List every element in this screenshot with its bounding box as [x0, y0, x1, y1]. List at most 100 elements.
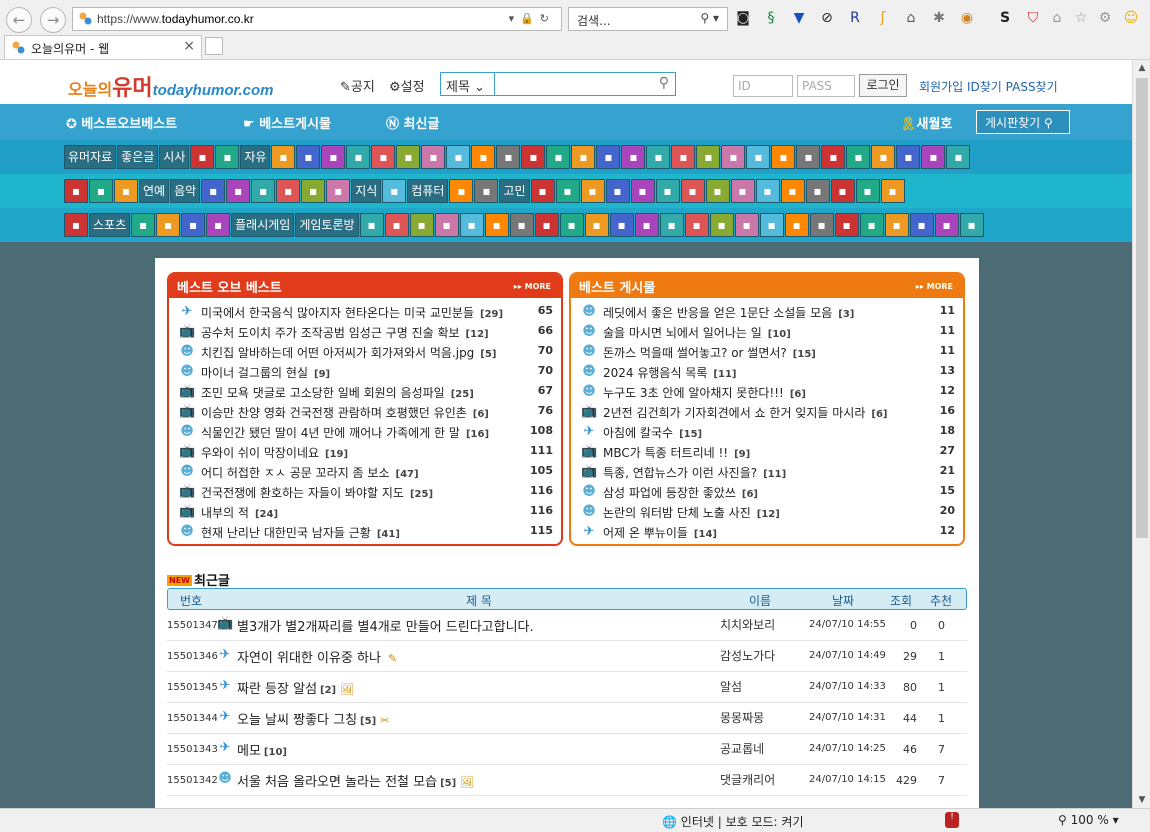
item-title[interactable]: 내부의 적 [24]	[201, 504, 278, 521]
list-item[interactable]: ☻ 마이너 걸그룹의 현실 [9] 70	[177, 362, 555, 382]
category-icon[interactable]: ▪	[809, 213, 834, 237]
category-icon[interactable]: ▪	[326, 179, 351, 203]
list-item[interactable]: ☻ 현재 난리난 대한민국 남자들 근황 [41] 115	[177, 522, 555, 542]
category-icon[interactable]: ▪	[621, 145, 646, 169]
category-button[interactable]: 게임토론방	[295, 213, 359, 237]
post-title-text[interactable]: 서울 처음 올라오면 놀라는 전철 모습	[237, 775, 437, 790]
post-title-text[interactable]: 메모	[237, 744, 261, 759]
item-title[interactable]: 삼성 파업에 등장한 좋았쓰 [6]	[603, 484, 758, 501]
category-icon[interactable]: ▪	[509, 213, 534, 237]
category-icon[interactable]: ▪	[459, 213, 484, 237]
category-icon[interactable]: ▪	[630, 179, 655, 203]
item-title-text[interactable]: 치킨집 알바하는데 어떤 아저씨가 회가져와서 먹음.jpg	[201, 346, 474, 360]
category-icon[interactable]: ▪	[530, 179, 555, 203]
nav-new-issue[interactable]: 🎗새월호	[900, 113, 952, 132]
item-title-text[interactable]: 어디 허접한 ㅈㅅ 공문 꼬라지 좀 보소	[201, 466, 390, 480]
list-item[interactable]: 📺 공수처 도이치 주가 조작공범 임성근 구명 진술 확보 [12] 66	[177, 322, 555, 342]
category-icon[interactable]: ▪	[684, 213, 709, 237]
category-icon[interactable]: ▪	[484, 213, 509, 237]
category-icon[interactable]: ▪	[521, 145, 546, 169]
list-item[interactable]: ☻ 삼성 파업에 등장한 좋았쓰 [6] 15	[579, 482, 957, 502]
item-title[interactable]: 아침에 칼국수 [15]	[603, 424, 702, 441]
extension-s-icon[interactable]: §	[762, 9, 780, 27]
category-icon[interactable]: ▪	[896, 145, 921, 169]
category-icon[interactable]: ▪	[201, 179, 226, 203]
author-name[interactable]: 감성노가다	[720, 647, 775, 664]
list-item[interactable]: 📺 조민 모욕 댓글로 고소당한 일베 회원의 음성파일 [25] 67	[177, 382, 555, 402]
item-title-text[interactable]: 미국에서 한국음식 많아지자 현타온다는 미국 교민분들	[201, 306, 474, 320]
login-button[interactable]: 로그인	[859, 74, 907, 97]
category-icon[interactable]: ▪	[382, 179, 407, 203]
item-title[interactable]: 2024 유행음식 목록 [11]	[603, 364, 736, 381]
extension-gear-icon[interactable]: ✱	[930, 9, 948, 27]
item-title[interactable]: 식물인간 됐던 딸이 4년 만에 깨어나 가족에게 한 말 [16]	[201, 424, 489, 441]
category-icon[interactable]: ▪	[446, 145, 471, 169]
item-title[interactable]: 공수처 도이치 주가 조작공범 임성근 구명 진술 확보 [12]	[201, 324, 489, 341]
author-name[interactable]: 몽몽짜몽	[720, 709, 764, 726]
category-icon[interactable]: ▪	[584, 213, 609, 237]
category-icon[interactable]: ▪	[909, 213, 934, 237]
notice-link[interactable]: ✎공지	[340, 76, 375, 95]
item-title-text[interactable]: 조민 모욕 댓글로 고소당한 일베 회원의 음성파일	[201, 386, 445, 400]
download-arrow-icon[interactable]: ▼	[790, 9, 808, 27]
category-icon[interactable]: ▪	[396, 145, 421, 169]
extension-icon[interactable]: ◙	[734, 9, 752, 27]
category-icon[interactable]: ▪	[251, 179, 276, 203]
id-field[interactable]: ID	[733, 75, 793, 97]
star-icon[interactable]: ☆	[1072, 9, 1090, 27]
item-title[interactable]: 어제 온 뿌뉴이들 [14]	[603, 524, 717, 541]
list-item[interactable]: ☻ 누구도 3초 안에 알아채지 못한다!!! [6] 12	[579, 382, 957, 402]
list-item[interactable]: ☻ 레딧에서 좋은 반응을 얻은 1문단 소설들 모음 [3] 11	[579, 302, 957, 322]
search-icon[interactable]: ⚲ ▾	[700, 11, 719, 25]
category-button[interactable]: 스포츠	[89, 213, 131, 237]
category-button[interactable]: 지식	[351, 179, 382, 203]
author-name[interactable]: 공교롭네	[720, 740, 764, 757]
category-icon[interactable]: ▪	[580, 179, 605, 203]
item-title-text[interactable]: 누구도 3초 안에 알아채지 못한다!!!	[603, 386, 784, 400]
post-title[interactable]: 짜란 등장 알섬 [2] 🖼	[237, 678, 354, 697]
shield-icon[interactable]: ⛉	[1024, 9, 1042, 27]
item-title[interactable]: 누구도 3초 안에 알아채지 못한다!!! [6]	[603, 384, 806, 401]
item-title-text[interactable]: 이승만 찬양 영화 건국전쟁 관람하며 호평했던 유인촌	[201, 406, 467, 420]
post-title-text[interactable]: 별3개가 별2개짜리를 별4개로 만들어 드린다고합니다.	[237, 620, 534, 635]
search-category-select[interactable]: 제목 ⌄	[440, 72, 494, 96]
category-icon[interactable]: ▪	[946, 145, 971, 169]
category-icon[interactable]: ▪	[321, 145, 346, 169]
item-title[interactable]: 마이너 걸그룹의 현실 [9]	[201, 364, 330, 381]
item-title[interactable]: 술을 마시면 뇌에서 일어나는 일 [10]	[603, 324, 791, 341]
author-name[interactable]: 댓글캐리어	[720, 771, 775, 788]
board-find-button[interactable]: 게시판찾기 ⚲	[976, 110, 1070, 134]
item-title[interactable]: 이승만 찬양 영화 건국전쟁 관람하며 호평했던 유인촌 [6]	[201, 404, 489, 421]
item-title[interactable]: MBC가 특종 터트리네 !! [9]	[603, 444, 750, 461]
list-item[interactable]: ☻ 2024 유행음식 목록 [11] 13	[579, 362, 957, 382]
extension-r-icon[interactable]: R	[846, 9, 864, 27]
category-icon[interactable]: ▪	[546, 145, 571, 169]
site-logo[interactable]: 오늘의유머todayhumor.com	[68, 70, 274, 100]
category-icon[interactable]: ▪	[780, 179, 805, 203]
category-icon[interactable]: ▪	[271, 145, 296, 169]
security-zone[interactable]: 🌐 인터넷 | 보호 모드: 켜기	[662, 813, 804, 830]
list-item[interactable]: ☻ 술을 마시면 뇌에서 일어나는 일 [10] 11	[579, 322, 957, 342]
list-item[interactable]: 📺 2년전 김건희가 기자회견에서 쇼 한거 잊지들 마시라 [6] 16	[579, 402, 957, 422]
list-item[interactable]: ☻ 식물인간 됐던 딸이 4년 만에 깨어나 가족에게 한 말 [16] 108	[177, 422, 555, 442]
address-controls[interactable]: ▾🔒↻	[509, 12, 555, 25]
nav-best-of-best[interactable]: ✪ 베스트오브베스트	[66, 113, 177, 132]
category-button[interactable]: 음악	[170, 179, 201, 203]
category-icon[interactable]: ▪	[721, 145, 746, 169]
category-icon[interactable]: ▪	[226, 179, 251, 203]
more-link[interactable]: ▸▸ MORE	[514, 282, 551, 291]
category-icon[interactable]: ▪	[646, 145, 671, 169]
post-title-text[interactable]: 짜란 등장 알섬	[237, 682, 317, 697]
post-title[interactable]: 별3개가 별2개짜리를 별4개로 만들어 드린다고합니다.	[237, 616, 541, 635]
category-icon[interactable]: ▪	[596, 145, 621, 169]
item-title[interactable]: 돈까스 먹을때 썰어놓고? or 썰면서? [15]	[603, 344, 816, 361]
category-icon[interactable]: ▪	[114, 179, 138, 203]
item-title-text[interactable]: 돈까스 먹을때 썰어놓고? or 썰면서?	[603, 346, 787, 360]
category-button[interactable]: 연예	[139, 179, 170, 203]
category-icon[interactable]: ▪	[609, 213, 634, 237]
item-title[interactable]: 2년전 김건희가 기자회견에서 쇼 한거 잊지들 마시라 [6]	[603, 404, 887, 421]
author-name[interactable]: 알섬	[720, 678, 742, 695]
category-icon[interactable]: ▪	[156, 213, 181, 237]
vertical-scrollbar[interactable]: ▲ ▼	[1132, 60, 1150, 808]
category-icon[interactable]: ▪	[449, 179, 474, 203]
